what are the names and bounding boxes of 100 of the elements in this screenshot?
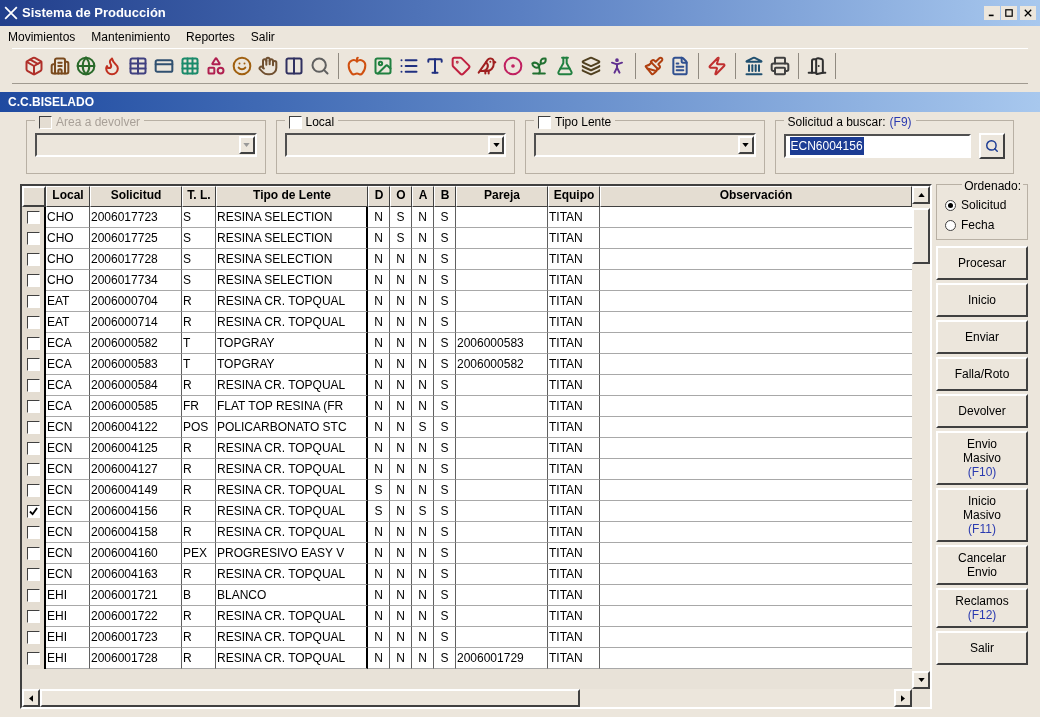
row-checkbox[interactable] [26,274,40,287]
vertical-scrollbar[interactable] [912,186,930,689]
menu-item[interactable]: Mantenimiento [91,28,171,46]
shapes-icon[interactable] [206,56,226,76]
text-icon[interactable] [425,56,445,76]
menu-item[interactable]: Salir [250,28,275,46]
filter-checkbox[interactable] [538,115,551,129]
column-header[interactable]: Pareja [456,186,548,207]
box-icon[interactable] [24,56,44,76]
row-checkbox[interactable] [26,316,40,329]
table-cell: N [368,543,390,564]
scroll-up-icon[interactable] [912,186,930,204]
search-icon[interactable] [979,133,1005,159]
radio-button[interactable] [945,219,956,231]
flame-icon[interactable] [102,56,122,76]
bird-icon[interactable] [477,56,497,76]
document-icon[interactable] [670,56,690,76]
row-checkbox[interactable] [26,463,40,476]
action-button[interactable]: Enviar [936,320,1028,354]
scroll-down-icon[interactable] [912,671,930,689]
sprout-icon[interactable] [529,56,549,76]
minimize-icon[interactable] [984,6,1000,20]
action-button[interactable]: Inicio Masivo (F11) [936,488,1028,542]
row-checkbox[interactable] [26,379,40,392]
dropdown-field[interactable] [35,133,257,157]
column-header[interactable]: T. L. [182,186,216,207]
building-icon[interactable] [50,56,70,76]
hand-icon[interactable] [258,56,278,76]
row-checkbox[interactable] [26,589,40,602]
columns-icon[interactable] [284,56,304,76]
table-icon[interactable] [128,56,148,76]
row-checkbox[interactable] [26,358,40,371]
column-header[interactable]: Local [46,186,90,207]
column-header[interactable]: Tipo de Lente [216,186,368,207]
column-header[interactable]: Equipo [548,186,600,207]
layers-icon[interactable] [581,56,601,76]
row-checkbox[interactable] [26,400,40,413]
column-header[interactable]: Solicitud [90,186,182,207]
search-field[interactable]: ECN6004156 [783,134,971,158]
horizontal-scrollbar[interactable] [22,689,912,707]
maximize-icon[interactable] [1001,6,1017,20]
apple-icon[interactable] [347,56,367,76]
column-header[interactable]: Observación [600,186,912,207]
action-button[interactable]: Envio Masivo (F10) [936,431,1028,485]
table-cell: TITAN [548,606,600,627]
action-button[interactable]: Salir [936,631,1028,665]
grid-icon[interactable] [180,56,200,76]
row-checkbox[interactable] [26,568,40,581]
table-cell: S [182,228,216,249]
column-header[interactable]: B [434,186,456,207]
bank-icon[interactable] [744,56,764,76]
table-cell: T [182,333,216,354]
card-icon[interactable] [154,56,174,76]
close-icon[interactable] [1020,6,1036,20]
image-icon[interactable] [373,56,393,76]
row-checkbox[interactable] [26,232,40,245]
bolt-icon[interactable] [707,56,727,76]
row-checkbox[interactable] [26,505,40,518]
globe-icon[interactable] [76,56,96,76]
brush-icon[interactable] [644,56,664,76]
radio-button[interactable] [945,199,956,211]
row-checkbox[interactable] [26,421,40,434]
scroll-left-icon[interactable] [22,689,40,707]
column-header[interactable]: O [390,186,412,207]
dropdown-field[interactable] [284,133,506,157]
menu-item[interactable]: Movimientos [8,28,76,46]
menu-item[interactable]: Reportes [186,28,235,46]
action-button[interactable]: Devolver [936,394,1028,428]
row-checkbox[interactable] [26,631,40,644]
action-button[interactable]: Falla/Roto [936,357,1028,391]
action-button[interactable]: Cancelar Envio [936,545,1028,585]
row-checkbox[interactable] [26,253,40,266]
column-header[interactable]: D [368,186,390,207]
target-icon[interactable] [503,56,523,76]
row-checkbox[interactable] [26,547,40,560]
exit-door-icon[interactable] [807,56,827,76]
filter-checkbox[interactable] [288,115,302,129]
action-button[interactable]: Inicio [936,283,1028,317]
printer-icon[interactable] [770,56,790,76]
dropdown-field[interactable] [534,133,756,157]
tag-icon[interactable] [451,56,471,76]
table-cell: RESINA CR. TOPQUAL [216,459,368,480]
list-icon[interactable] [399,56,419,76]
column-header[interactable]: A [412,186,434,207]
row-checkbox[interactable] [26,652,40,665]
row-checkbox[interactable] [26,337,40,350]
face-icon[interactable] [232,56,252,76]
row-checkbox[interactable] [26,610,40,623]
row-checkbox[interactable] [26,295,40,308]
row-checkbox[interactable] [26,484,40,497]
search-icon[interactable] [310,56,330,76]
row-checkbox[interactable] [26,211,40,224]
scroll-thumb[interactable] [912,208,930,264]
row-checkbox[interactable] [26,442,40,455]
row-checkbox[interactable] [26,526,40,539]
action-button[interactable]: Procesar [936,246,1028,280]
scroll-right-icon[interactable] [894,689,912,707]
flask-icon[interactable] [555,56,575,76]
scroll-thumb[interactable] [40,689,580,707]
action-button[interactable]: Reclamos (F12) [936,588,1028,628]
